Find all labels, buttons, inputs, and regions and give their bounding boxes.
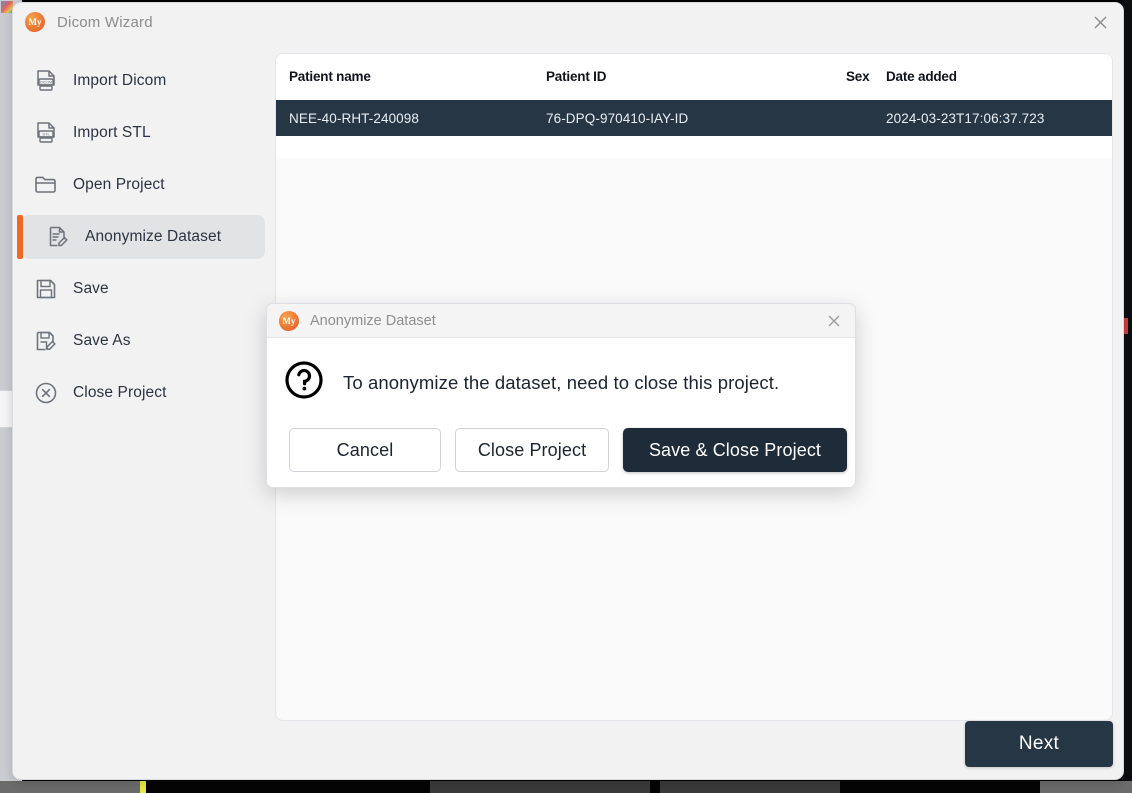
column-header-date-added[interactable]: Date added xyxy=(886,69,1086,84)
sidebar-item-import-dicom[interactable]: DICOM Import Dicom xyxy=(21,59,265,103)
sidebar-item-save-as[interactable]: Save As xyxy=(21,319,265,363)
close-project-button[interactable]: Close Project xyxy=(455,428,609,472)
sidebar-item-label: Import STL xyxy=(73,124,151,142)
window-footer: Next xyxy=(13,721,1124,780)
desktop-right-accent-mark xyxy=(1124,318,1128,334)
sidebar-item-save[interactable]: Save xyxy=(21,267,265,311)
taskbar-segment xyxy=(660,781,840,793)
svg-text:DICOM: DICOM xyxy=(40,81,52,85)
circle-x-icon xyxy=(31,378,61,408)
dialog-title: Anonymize Dataset xyxy=(310,313,436,329)
taskbar-segment xyxy=(430,781,650,793)
sidebar-item-open-project[interactable]: Open Project xyxy=(21,163,265,207)
column-header-patient-id[interactable]: Patient ID xyxy=(546,69,846,84)
sidebar-item-label: Save xyxy=(73,280,109,298)
sidebar-item-label: Anonymize Dataset xyxy=(85,228,221,246)
table-empty-space xyxy=(276,136,1112,158)
dialog-logo-icon: My xyxy=(279,311,299,331)
dicom-file-icon: DICOM xyxy=(31,66,61,96)
sidebar-item-label: Save As xyxy=(73,332,131,350)
app-logo-icon: My xyxy=(25,12,45,32)
close-icon[interactable] xyxy=(1087,9,1113,35)
cell-patient-name: NEE-40-RHT-240098 xyxy=(276,111,546,126)
table-row[interactable]: NEE-40-RHT-240098 76-DPQ-970410-IAY-ID 2… xyxy=(276,100,1112,136)
sidebar: DICOM Import Dicom STL xyxy=(13,41,275,780)
anonymize-dataset-dialog: My Anonymize Dataset To anon xyxy=(266,303,856,488)
sidebar-item-label: Open Project xyxy=(73,176,165,194)
svg-text:STL: STL xyxy=(42,132,50,137)
screen: My Dicom Wizard xyxy=(0,0,1132,793)
column-header-patient-name[interactable]: Patient name xyxy=(276,69,546,84)
close-icon[interactable] xyxy=(822,309,846,333)
taskbar xyxy=(0,781,1132,793)
sidebar-item-anonymize-dataset[interactable]: Anonymize Dataset xyxy=(21,215,265,259)
question-mark-icon xyxy=(283,359,325,406)
next-button[interactable]: Next xyxy=(965,721,1113,767)
dialog-message: To anonymize the dataset, need to close … xyxy=(343,372,779,394)
window-titlebar: My Dicom Wizard xyxy=(13,3,1123,41)
cancel-button[interactable]: Cancel xyxy=(289,428,441,472)
table-header-row: Patient name Patient ID Sex Date added xyxy=(276,54,1112,100)
document-edit-icon xyxy=(43,222,73,252)
dialog-message-row: To anonymize the dataset, need to close … xyxy=(267,338,855,406)
dialog-actions: Cancel Close Project Save & Close Projec… xyxy=(289,428,847,472)
cell-date-added: 2024-03-23T17:06:37.723 xyxy=(886,111,1086,126)
save-and-close-button[interactable]: Save & Close Project xyxy=(623,428,847,472)
column-header-sex[interactable]: Sex xyxy=(846,69,886,84)
sidebar-item-label: Close Project xyxy=(73,384,166,402)
table-body: NEE-40-RHT-240098 76-DPQ-970410-IAY-ID 2… xyxy=(276,100,1112,136)
sidebar-item-label: Import Dicom xyxy=(73,72,166,90)
app-logo-text: My xyxy=(29,17,42,27)
sidebar-item-close-project[interactable]: Close Project xyxy=(21,371,265,415)
floppy-save-icon xyxy=(31,274,61,304)
taskbar-accent-left xyxy=(140,781,146,793)
cell-patient-id: 76-DPQ-970410-IAY-ID xyxy=(546,111,846,126)
dialog-titlebar: My Anonymize Dataset xyxy=(267,304,855,338)
dialog-logo-text: My xyxy=(283,316,296,326)
folder-icon xyxy=(31,170,61,200)
floppy-edit-icon xyxy=(31,326,61,356)
sidebar-item-import-stl[interactable]: STL Import STL xyxy=(21,111,265,155)
stl-file-icon: STL xyxy=(31,118,61,148)
window-title: Dicom Wizard xyxy=(57,14,153,31)
dialog-body: To anonymize the dataset, need to close … xyxy=(267,338,855,488)
